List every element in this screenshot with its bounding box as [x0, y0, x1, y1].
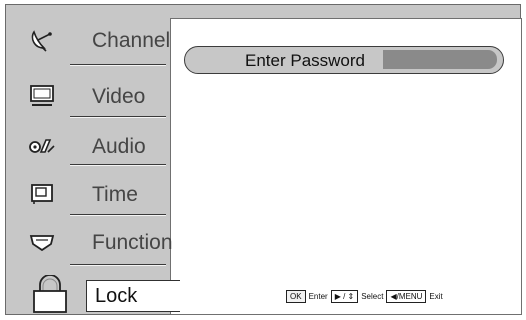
select-action-label: Select [361, 292, 384, 301]
menu-item-label: Lock [95, 285, 138, 307]
menu-divider [70, 64, 166, 66]
select-key: ▶ / ⇕ [330, 290, 359, 303]
menu-divider [70, 214, 166, 216]
menu-item-label: Audio [92, 135, 146, 158]
audio-icon [29, 139, 55, 153]
password-label: Enter Password [245, 51, 365, 70]
menu-item-lock[interactable]: Lock [8, 275, 180, 313]
exit-action-label: Exit [429, 292, 443, 301]
clock-screen-icon [31, 184, 53, 204]
menu-divider [70, 264, 166, 266]
satellite-dish-icon [31, 30, 52, 52]
ok-action-label: Enter [308, 292, 328, 301]
menu-item-time[interactable]: Time [8, 174, 168, 218]
ok-key: OK [286, 290, 306, 303]
menu-item-video[interactable]: Video [8, 76, 168, 120]
password-field[interactable] [383, 50, 497, 69]
menu-item-label: Time [92, 183, 138, 206]
menu-divider [70, 116, 166, 118]
function-tray-icon [29, 235, 55, 252]
key-hint-bar: OK Enter ▶ / ⇕ Select ◀/MENU Exit [286, 290, 443, 303]
monitor-icon [30, 85, 54, 106]
menu-item-label: Video [92, 85, 146, 108]
password-bar[interactable]: Enter Password [184, 46, 504, 74]
menu-item-function[interactable]: Function [8, 222, 173, 266]
exit-key: ◀/MENU [386, 290, 427, 303]
menu-item-label: Function [92, 231, 173, 254]
menu-divider [70, 164, 166, 166]
padlock-icon [33, 275, 67, 313]
selected-item-box: Lock [86, 280, 180, 312]
menu-item-label: Channel [92, 29, 171, 52]
menu-item-channel[interactable]: Channel [8, 20, 171, 64]
